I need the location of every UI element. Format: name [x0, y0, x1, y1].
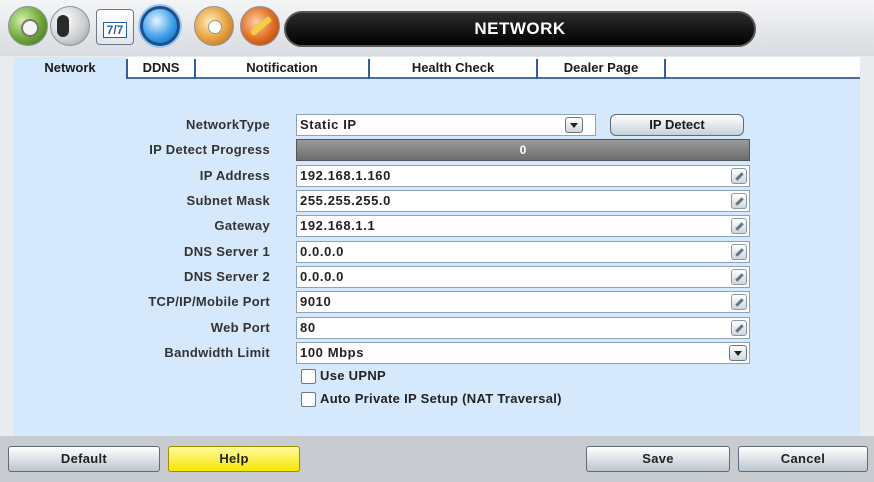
ip-detect-button[interactable]: IP Detect	[610, 114, 744, 136]
setup-gear-icon[interactable]	[8, 6, 48, 46]
bandwidth-limit-value: 100 Mbps	[300, 345, 365, 360]
use-upnp-checkbox[interactable]	[301, 369, 316, 384]
tab-notification[interactable]: Notification	[196, 57, 368, 79]
edit-pencil-icon[interactable]	[731, 218, 747, 234]
bandwidth-limit-label: Bandwidth Limit	[164, 345, 270, 360]
tab-dealer-page[interactable]: Dealer Page	[538, 57, 664, 79]
chevron-down-icon[interactable]	[729, 345, 747, 361]
auto-private-ip-label: Auto Private IP Setup (NAT Traversal)	[320, 391, 562, 406]
network-icon[interactable]	[140, 6, 180, 46]
dns-server-1-value: 0.0.0.0	[300, 244, 344, 259]
calendar-date-text: 7/7	[103, 22, 127, 38]
tab-health-check[interactable]: Health Check	[370, 57, 536, 79]
ip-address-field[interactable]: 192.168.1.160	[296, 165, 750, 187]
subnet-mask-value: 255.255.255.0	[300, 193, 391, 208]
ip-detect-progress-label: IP Detect Progress	[149, 142, 270, 157]
calendar-icon[interactable]: 7/7	[96, 9, 134, 45]
edit-pencil-icon[interactable]	[731, 168, 747, 184]
dns-server-2-field[interactable]: 0.0.0.0	[296, 266, 750, 288]
edit-pencil-icon[interactable]	[731, 320, 747, 336]
dns-server-1-field[interactable]: 0.0.0.0	[296, 241, 750, 263]
save-button[interactable]: Save	[586, 446, 730, 472]
default-button[interactable]: Default	[8, 446, 160, 472]
page-title: NETWORK	[474, 19, 566, 38]
network-type-value: Static IP	[300, 117, 357, 132]
tab-network[interactable]: Network	[14, 57, 126, 79]
tcp-port-field[interactable]: 9010	[296, 291, 750, 313]
tcp-port-label: TCP/IP/Mobile Port	[148, 294, 270, 309]
help-button[interactable]: Help	[168, 446, 300, 472]
gateway-field[interactable]: 192.168.1.1	[296, 215, 750, 237]
gateway-label: Gateway	[214, 218, 270, 233]
dns-server-2-value: 0.0.0.0	[300, 269, 344, 284]
network-type-label: NetworkType	[186, 117, 270, 132]
web-port-label: Web Port	[210, 320, 270, 335]
gateway-value: 192.168.1.1	[300, 218, 376, 233]
tab-bar: Network DDNS Notification Health Check D…	[14, 57, 860, 79]
subnet-mask-field[interactable]: 255.255.255.0	[296, 190, 750, 212]
web-port-value: 80	[300, 320, 316, 335]
web-port-field[interactable]: 80	[296, 317, 750, 339]
chevron-down-icon[interactable]	[565, 117, 583, 133]
progress-value: 0	[519, 143, 527, 157]
tcp-port-value: 9010	[300, 294, 332, 309]
use-upnp-label: Use UPNP	[320, 368, 386, 383]
auto-private-ip-checkbox[interactable]	[301, 392, 316, 407]
dns-server-2-label: DNS Server 2	[184, 269, 270, 284]
edit-pencil-icon[interactable]	[731, 244, 747, 260]
bottom-button-bar: Default Help Save Cancel	[0, 436, 874, 482]
ip-address-value: 192.168.1.160	[300, 168, 391, 183]
tab-ddns[interactable]: DDNS	[128, 57, 194, 79]
title-bar: NETWORK	[284, 11, 756, 47]
tools-icon[interactable]	[240, 6, 280, 46]
edit-pencil-icon[interactable]	[731, 193, 747, 209]
subnet-mask-label: Subnet Mask	[186, 193, 270, 208]
top-toolbar: 7/7 NETWORK	[0, 0, 874, 56]
edit-pencil-icon[interactable]	[731, 294, 747, 310]
disk-icon[interactable]	[50, 6, 90, 46]
network-settings-panel: NetworkType Static IP IP Detect IP Detec…	[14, 79, 860, 436]
ip-detect-progress-bar: 0	[296, 139, 750, 161]
network-type-select[interactable]: Static IP	[296, 114, 596, 136]
cancel-button[interactable]: Cancel	[738, 446, 868, 472]
record-icon[interactable]	[194, 6, 234, 46]
edit-pencil-icon[interactable]	[731, 269, 747, 285]
ip-address-label: IP Address	[199, 168, 270, 183]
tab-empty-space	[666, 57, 860, 79]
dns-server-1-label: DNS Server 1	[184, 244, 270, 259]
bandwidth-limit-select[interactable]: 100 Mbps	[296, 342, 750, 364]
